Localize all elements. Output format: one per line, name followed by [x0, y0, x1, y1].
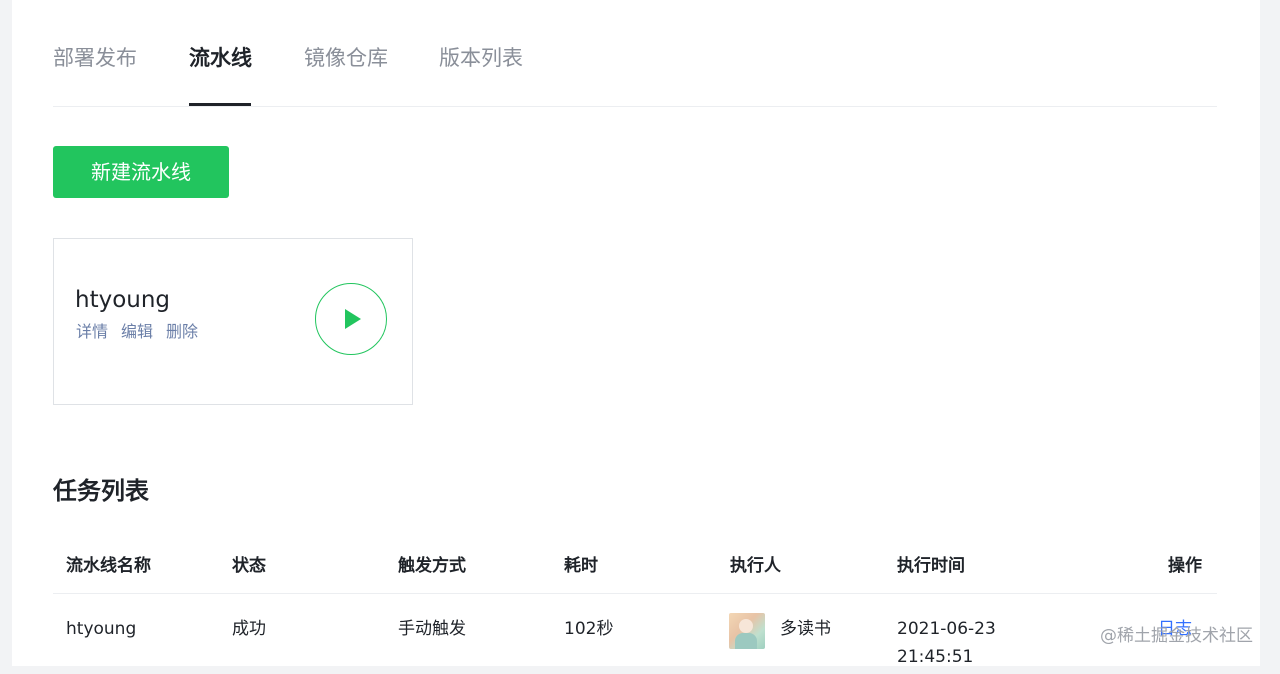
task-table: 流水线名称 状态 触发方式 耗时 执行人 执行时间 操作 htyoung 成功 …: [53, 538, 1217, 674]
play-icon: [345, 309, 361, 329]
column-header-pipeline-name: 流水线名称: [66, 556, 151, 576]
cell-pipeline-name: htyoung: [66, 619, 137, 639]
tab-deploy[interactable]: 部署发布: [53, 44, 137, 72]
tab-bar: 部署发布 流水线 镜像仓库 版本列表: [53, 0, 1217, 107]
watermark: @稀土掘金技术社区: [1100, 626, 1253, 646]
column-header-status: 状态: [232, 556, 266, 576]
tab-version-list[interactable]: 版本列表: [439, 44, 523, 72]
cell-executor: 多读书: [780, 619, 831, 639]
details-link[interactable]: 详情: [76, 321, 108, 343]
delete-link[interactable]: 删除: [166, 321, 198, 343]
column-header-duration: 耗时: [564, 556, 598, 576]
column-header-actions: 操作: [1168, 556, 1202, 576]
avatar: [729, 613, 765, 649]
active-tab-indicator: [189, 103, 251, 106]
table-header: 流水线名称 状态 触发方式 耗时 执行人 执行时间 操作: [53, 538, 1217, 594]
column-header-time: 执行时间: [897, 556, 965, 576]
cell-duration: 102秒: [564, 619, 614, 639]
column-header-trigger: 触发方式: [398, 556, 466, 576]
cell-status: 成功: [232, 619, 266, 639]
table-row: htyoung 成功 手动触发 102秒 多读书 2021-06-23 21:4…: [53, 594, 1217, 674]
tab-image-repo[interactable]: 镜像仓库: [304, 44, 388, 72]
pipeline-card: htyoung 详情 编辑 删除: [53, 238, 413, 405]
cell-time-date: 2021-06-23: [897, 619, 996, 639]
main-panel: 部署发布 流水线 镜像仓库 版本列表 新建流水线 htyoung 详情 编辑 删…: [12, 0, 1260, 667]
cell-time-clock: 21:45:51: [897, 647, 974, 667]
tab-pipeline[interactable]: 流水线: [189, 44, 252, 72]
cell-trigger: 手动触发: [398, 619, 466, 639]
run-pipeline-button[interactable]: [315, 283, 387, 355]
pipeline-card-actions: 详情 编辑 删除: [76, 321, 198, 343]
new-pipeline-button[interactable]: 新建流水线: [53, 146, 229, 198]
pipeline-name: htyoung: [75, 287, 171, 313]
column-header-executor: 执行人: [730, 556, 781, 576]
task-list-title: 任务列表: [53, 477, 149, 505]
edit-link[interactable]: 编辑: [121, 321, 153, 343]
